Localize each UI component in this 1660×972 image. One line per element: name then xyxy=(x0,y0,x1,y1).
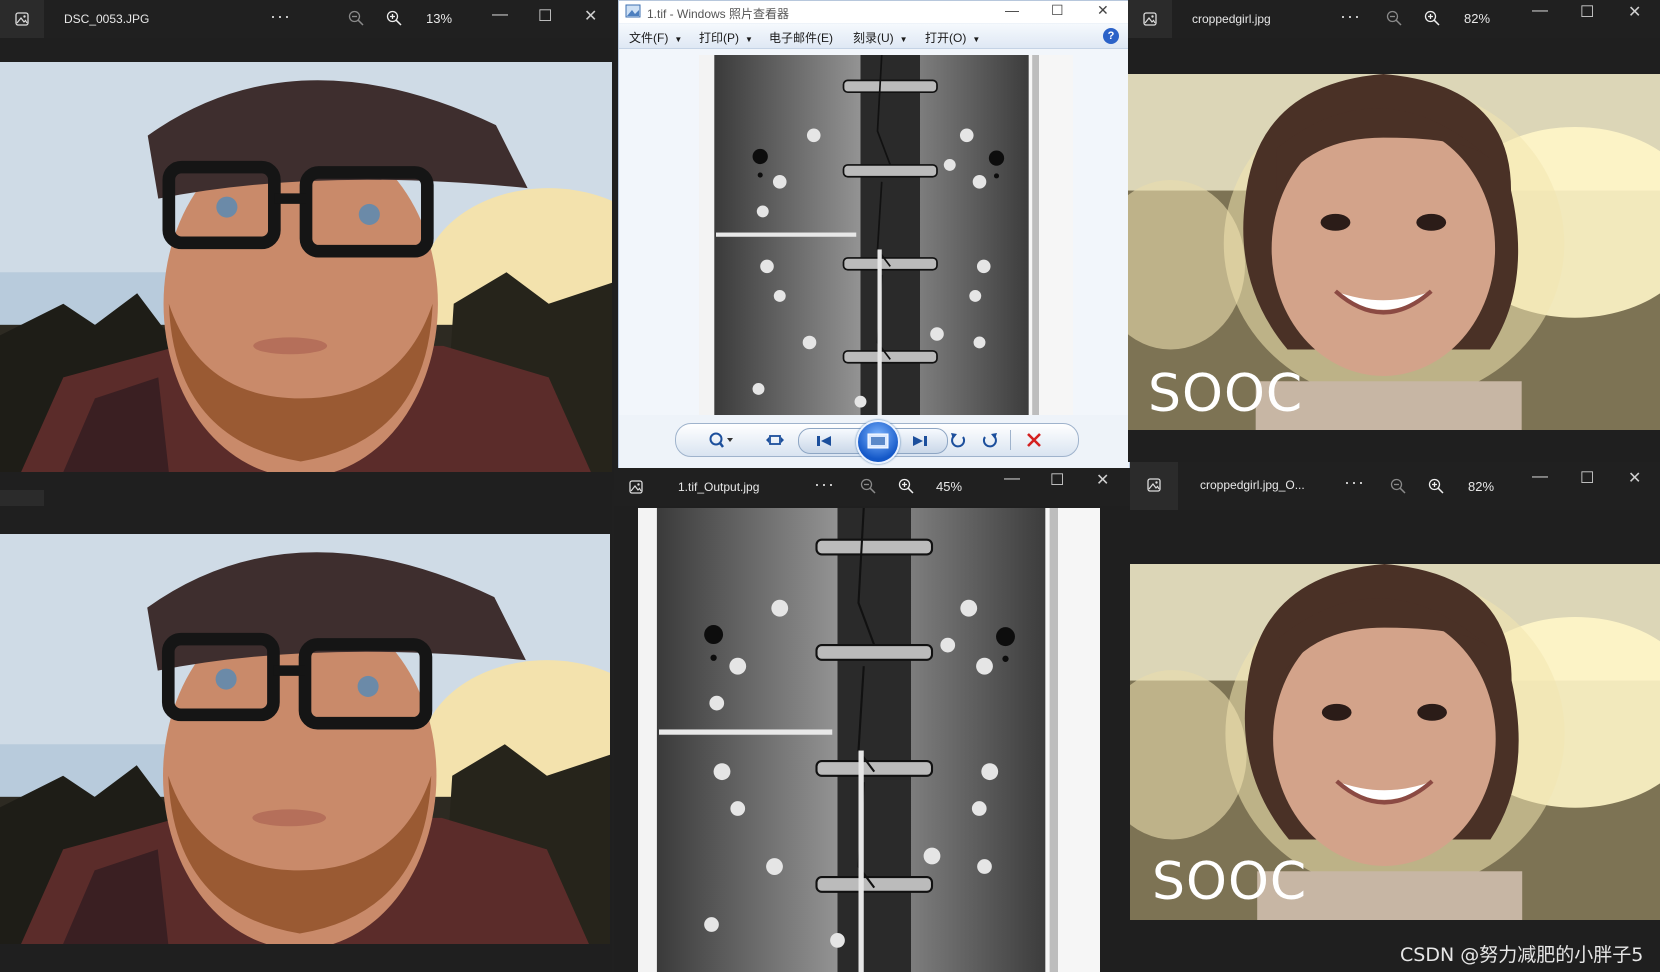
minimize-icon[interactable]: — xyxy=(1005,2,1019,18)
zoom-level: 82% xyxy=(1468,479,1495,494)
sooc-overlay-text: SOOC xyxy=(1152,852,1308,912)
photo-viewer-icon xyxy=(625,4,641,18)
minimize-icon[interactable]: — xyxy=(1532,468,1548,486)
menu-file[interactable]: 文件(F) ▼ xyxy=(629,29,682,46)
zoom-level: 45% xyxy=(936,479,963,494)
menu-burn[interactable]: 刻录(U) ▼ xyxy=(853,29,908,46)
sooc-overlay-text: SOOC xyxy=(1148,364,1304,424)
zoom-level: 13% xyxy=(426,11,453,26)
photos-window-top-left: DSC_0053.JPG ··· 13% — ☐ ✕ xyxy=(0,0,614,490)
title-bar[interactable]: 1.tif - Windows 照片查看器 — ☐ ✕ xyxy=(619,1,1129,23)
file-name: DSC_0053.JPG xyxy=(64,12,150,26)
menu-email[interactable]: 电子邮件(E) xyxy=(769,29,833,46)
zoom-icon[interactable] xyxy=(704,430,738,450)
close-icon[interactable]: ✕ xyxy=(1096,470,1109,490)
maximize-icon[interactable]: ☐ xyxy=(1050,470,1064,490)
rotate-left-icon[interactable] xyxy=(948,430,968,450)
next-icon[interactable] xyxy=(909,432,931,450)
photos-app-icon[interactable] xyxy=(1128,0,1172,38)
minimize-icon[interactable]: — xyxy=(1004,470,1020,488)
photos-app-icon[interactable] xyxy=(0,0,44,38)
title-bar[interactable]: DSC_0053.JPG ··· 13% — ☐ ✕ xyxy=(0,0,614,38)
portrait-photo-original xyxy=(0,62,612,472)
portrait-photo-output xyxy=(0,534,610,944)
control-bar xyxy=(619,415,1129,469)
title-bar[interactable]: 1.tif_Output.jpg ··· 45% — ☐ ✕ xyxy=(614,468,1130,506)
window-strip xyxy=(0,490,44,506)
close-icon[interactable]: ✕ xyxy=(1628,468,1641,488)
slideshow-icon[interactable] xyxy=(856,420,900,464)
menu-bar: 文件(F) ▼ 打印(P) ▼ 电子邮件(E) 刻录(U) ▼ 打开(O) ▼ ? xyxy=(619,24,1129,49)
file-name: croppedgirl.jpg xyxy=(1192,12,1271,26)
maximize-icon[interactable]: ☐ xyxy=(1580,468,1594,488)
photos-window-bottom-middle: 1.tif_Output.jpg ··· 45% — ☐ ✕ xyxy=(614,468,1130,972)
photos-window-top-right: croppedgirl.jpg ··· 82% — ☐ ✕ SOOC xyxy=(1128,0,1660,462)
menu-label: 打开(O) xyxy=(925,31,967,45)
rotate-right-icon[interactable] xyxy=(980,430,1000,450)
xray-output-image xyxy=(638,508,1100,972)
photos-window-bottom-right: croppedgirl.jpg_O... ··· 82% — ☐ ✕ SOOC xyxy=(1130,462,1660,972)
close-icon[interactable]: ✕ xyxy=(1097,2,1109,19)
file-name: croppedgirl.jpg_O... xyxy=(1200,478,1305,492)
minimize-icon[interactable]: — xyxy=(1532,2,1548,20)
close-icon[interactable]: ✕ xyxy=(584,6,597,26)
close-icon[interactable]: ✕ xyxy=(1628,2,1641,22)
photos-app-icon[interactable] xyxy=(614,468,658,506)
zoom-in-icon[interactable] xyxy=(386,10,402,26)
zoom-level: 82% xyxy=(1464,11,1491,26)
photos-app-icon[interactable] xyxy=(1130,462,1178,510)
zoom-out-icon[interactable] xyxy=(860,478,876,494)
zoom-out-icon[interactable] xyxy=(348,10,364,26)
zoom-out-icon[interactable] xyxy=(1390,478,1406,494)
delete-icon[interactable] xyxy=(1024,430,1044,450)
minimize-icon[interactable]: — xyxy=(492,6,508,24)
watermark: CSDN @努力减肥的小胖子5 xyxy=(1400,944,1644,966)
menu-label: 电子邮件(E) xyxy=(769,31,833,45)
title-bar[interactable]: croppedgirl.jpg ··· 82% — ☐ ✕ xyxy=(1128,0,1660,38)
maximize-icon[interactable]: ☐ xyxy=(538,6,552,26)
more-options-button[interactable]: ··· xyxy=(1344,472,1365,493)
more-options-button[interactable]: ··· xyxy=(270,6,291,27)
more-options-button[interactable]: ··· xyxy=(814,474,835,495)
zoom-in-icon[interactable] xyxy=(1428,478,1444,494)
photos-window-bottom-left xyxy=(0,490,612,972)
separator xyxy=(1010,430,1011,450)
help-icon[interactable]: ? xyxy=(1103,28,1119,44)
window-title: 1.tif - Windows 照片查看器 xyxy=(647,7,790,21)
menu-label: 打印(P) xyxy=(699,31,739,45)
windows-photo-viewer: 1.tif - Windows 照片查看器 — ☐ ✕ 文件(F) ▼ 打印(P)… xyxy=(618,0,1130,470)
image-canvas xyxy=(619,49,1129,427)
menu-print[interactable]: 打印(P) ▼ xyxy=(699,29,753,46)
maximize-icon[interactable]: ☐ xyxy=(1580,2,1594,22)
menu-open[interactable]: 打开(O) ▼ xyxy=(925,29,980,46)
title-bar[interactable]: croppedgirl.jpg_O... ··· 82% — ☐ ✕ xyxy=(1130,462,1660,510)
menu-label: 刻录(U) xyxy=(853,31,894,45)
xray-image xyxy=(699,55,1073,427)
menu-label: 文件(F) xyxy=(629,31,669,45)
fit-icon[interactable] xyxy=(764,430,786,450)
maximize-icon[interactable]: ☐ xyxy=(1051,2,1064,19)
previous-icon[interactable] xyxy=(813,432,835,450)
more-options-button[interactable]: ··· xyxy=(1340,6,1361,27)
file-name: 1.tif_Output.jpg xyxy=(678,480,760,494)
zoom-out-icon[interactable] xyxy=(1386,10,1402,26)
zoom-in-icon[interactable] xyxy=(1424,10,1440,26)
zoom-in-icon[interactable] xyxy=(898,478,914,494)
control-pill xyxy=(675,420,1079,464)
